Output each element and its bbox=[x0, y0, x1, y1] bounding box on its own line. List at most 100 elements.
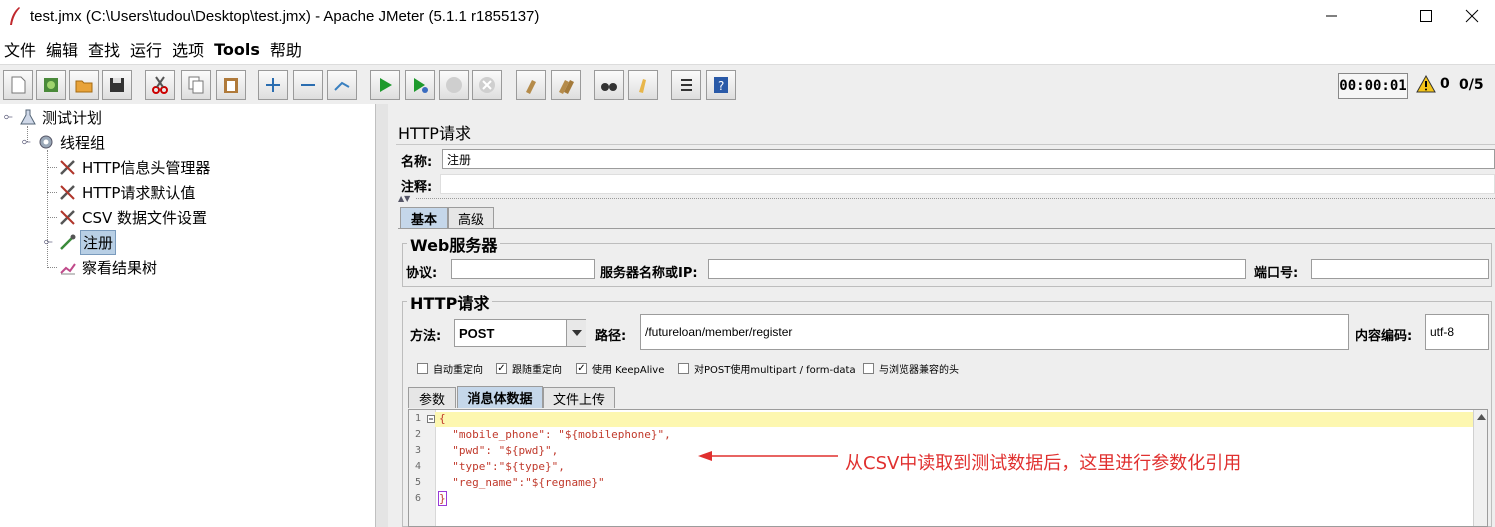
clear-button[interactable] bbox=[516, 70, 546, 100]
pipette-icon bbox=[60, 234, 76, 250]
tab-body-data[interactable]: 消息体数据 bbox=[457, 386, 543, 408]
collapse-arrows-icon[interactable]: ▲▼ bbox=[398, 194, 410, 203]
paste-button[interactable] bbox=[216, 70, 246, 100]
minimize-button[interactable] bbox=[1309, 0, 1355, 32]
server-field[interactable] bbox=[708, 259, 1246, 279]
start-no-pauses-button[interactable] bbox=[405, 70, 435, 100]
checkbox-label: 对POST使用multipart / form-data bbox=[694, 365, 856, 376]
toggle-button[interactable] bbox=[327, 70, 357, 100]
browser-headers-checkbox[interactable]: 与浏览器兼容的头 bbox=[863, 361, 959, 376]
checkbox-label: 自动重定向 bbox=[433, 365, 483, 376]
path-label: 路径: bbox=[595, 329, 627, 344]
shutdown-button[interactable] bbox=[472, 70, 502, 100]
auto-redirect-checkbox[interactable]: 自动重定向 bbox=[417, 361, 483, 376]
keepalive-checkbox[interactable]: ✓ 使用 KeepAlive bbox=[576, 361, 664, 376]
warning-indicator[interactable]: 0 bbox=[1416, 75, 1450, 93]
tree-node-request-defaults[interactable]: HTTP请求默认值 bbox=[58, 180, 197, 204]
method-dropdown-button[interactable] bbox=[566, 320, 586, 346]
multipart-checkbox[interactable]: 对POST使用multipart / form-data bbox=[678, 361, 856, 376]
binoculars-icon bbox=[601, 83, 617, 91]
help-button[interactable]: ? bbox=[706, 70, 736, 100]
maximize-icon bbox=[1420, 10, 1432, 22]
menu-help[interactable]: 帮助 bbox=[266, 37, 308, 61]
paste-icon bbox=[224, 78, 238, 93]
encoding-field[interactable]: utf-8 bbox=[1425, 314, 1489, 350]
expand-handle-icon bbox=[44, 239, 53, 245]
tree-line bbox=[47, 167, 57, 168]
follow-redirect-checkbox[interactable]: ✓ 跟随重定向 bbox=[496, 361, 562, 376]
tab-advanced[interactable]: 高级 bbox=[448, 207, 494, 228]
tree-node-header-manager[interactable]: HTTP信息头管理器 bbox=[58, 155, 212, 179]
tab-file-upload[interactable]: 文件上传 bbox=[543, 387, 615, 408]
tree-label: HTTP信息头管理器 bbox=[82, 158, 211, 177]
pane-splitter[interactable] bbox=[375, 104, 389, 527]
function-helper-button[interactable] bbox=[671, 70, 701, 100]
line-number: 2 bbox=[415, 429, 422, 440]
gear-icon bbox=[39, 135, 53, 149]
copy-button[interactable] bbox=[181, 70, 211, 100]
port-field[interactable] bbox=[1311, 259, 1489, 279]
tree-node-register[interactable]: 注册 bbox=[44, 229, 117, 255]
maximize-button[interactable] bbox=[1403, 0, 1449, 32]
search-button[interactable] bbox=[594, 70, 624, 100]
open-button[interactable] bbox=[69, 70, 99, 100]
line-number: 3 bbox=[415, 445, 422, 456]
editor-scrollbar[interactable] bbox=[1473, 410, 1487, 526]
path-field[interactable]: /futureloan/member/register bbox=[640, 314, 1349, 350]
protocol-label: 协议: bbox=[406, 266, 438, 281]
start-button[interactable] bbox=[370, 70, 400, 100]
annotation-text: 从CSV中读取到测试数据后，这里进行参数化引用 bbox=[845, 453, 1242, 474]
menu-run[interactable]: 运行 bbox=[126, 37, 168, 61]
tree-node-results-tree[interactable]: 察看结果树 bbox=[58, 255, 159, 279]
expand-handle-icon bbox=[4, 114, 13, 120]
menu-tools[interactable]: Tools bbox=[210, 40, 266, 59]
play-no-pause-icon bbox=[414, 78, 428, 93]
jmeter-feather-icon bbox=[10, 7, 20, 25]
divider bbox=[416, 198, 1495, 199]
plus-icon bbox=[266, 78, 280, 92]
tab-border bbox=[398, 228, 1495, 229]
code-line: } bbox=[438, 491, 447, 506]
menu-file[interactable]: 文件 bbox=[0, 37, 42, 61]
menu-search[interactable]: 查找 bbox=[84, 37, 126, 61]
templates-icon bbox=[44, 78, 58, 92]
http-request-title: HTTP请求 bbox=[407, 290, 493, 314]
line-number: 5 bbox=[415, 477, 422, 488]
close-button[interactable] bbox=[1449, 0, 1495, 32]
clear-all-button[interactable] bbox=[551, 70, 581, 100]
tree-node-thread-group[interactable]: 线程组 bbox=[22, 130, 107, 154]
templates-button[interactable] bbox=[36, 70, 66, 100]
tree-node-test-plan[interactable]: 测试计划 bbox=[4, 105, 104, 129]
line-gutter bbox=[409, 410, 436, 526]
method-value: POST bbox=[459, 325, 495, 341]
code-line: "mobile_phone": "${mobilephone}", bbox=[439, 428, 671, 441]
protocol-field[interactable] bbox=[451, 259, 595, 279]
save-button[interactable] bbox=[102, 70, 132, 100]
tab-basic[interactable]: 基本 bbox=[400, 207, 448, 228]
cut-button[interactable] bbox=[145, 70, 175, 100]
tree-node-csv-data-set[interactable]: CSV 数据文件设置 bbox=[58, 205, 209, 229]
tab-parameters[interactable]: 参数 bbox=[408, 387, 456, 408]
menu-edit[interactable]: 编辑 bbox=[42, 37, 84, 61]
checkbox-box bbox=[678, 363, 689, 374]
minimize-icon bbox=[1326, 15, 1337, 17]
checkbox-box: ✓ bbox=[576, 363, 587, 374]
new-button[interactable] bbox=[3, 70, 33, 100]
broom-icon bbox=[526, 80, 536, 94]
line-number: 4 bbox=[415, 461, 422, 472]
tree-line bbox=[47, 217, 57, 218]
reset-search-button[interactable] bbox=[628, 70, 658, 100]
name-field[interactable]: 注册 bbox=[442, 149, 1495, 169]
tree-label: CSV 数据文件设置 bbox=[82, 208, 208, 227]
stop-button[interactable] bbox=[439, 70, 469, 100]
save-icon bbox=[110, 78, 124, 92]
line-number: 6 bbox=[415, 493, 422, 504]
close-icon bbox=[1465, 9, 1479, 23]
fold-icon[interactable] bbox=[427, 415, 435, 423]
menu-options[interactable]: 选项 bbox=[168, 37, 210, 61]
expand-button[interactable] bbox=[258, 70, 288, 100]
collapse-button[interactable] bbox=[293, 70, 323, 100]
window-title: test.jmx (C:\Users\tudou\Desktop\test.jm… bbox=[30, 8, 540, 25]
comment-field[interactable] bbox=[440, 174, 1495, 194]
encoding-label: 内容编码: bbox=[1355, 329, 1413, 344]
